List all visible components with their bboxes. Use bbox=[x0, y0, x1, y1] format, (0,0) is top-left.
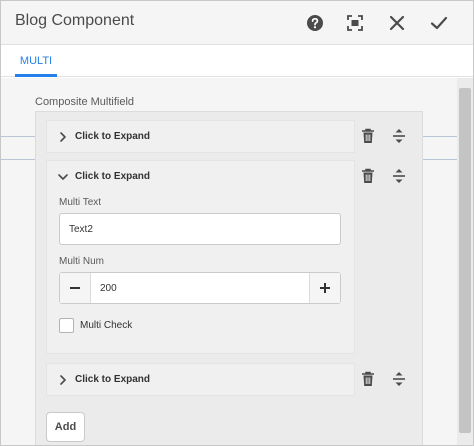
composite-multifield: Click to Expand Click to Expand Multi Te… bbox=[35, 111, 423, 445]
close-icon bbox=[389, 15, 405, 31]
item-title: Click to Expand bbox=[75, 374, 151, 385]
plus-icon bbox=[320, 283, 330, 293]
background-line bbox=[423, 136, 457, 137]
multifield-item: Click to Expand bbox=[46, 363, 355, 396]
background-line bbox=[423, 159, 457, 160]
minus-icon bbox=[70, 287, 80, 289]
item-expand-toggle[interactable]: Click to Expand bbox=[47, 364, 356, 397]
background-line bbox=[1, 159, 35, 160]
background-line bbox=[1, 136, 35, 137]
fullscreen-button[interactable] bbox=[341, 9, 369, 37]
trash-icon bbox=[362, 168, 374, 183]
tab-multi[interactable]: MULTI bbox=[15, 45, 57, 77]
delete-item-button[interactable] bbox=[358, 126, 378, 146]
dialog: Blog Component MULTI Composite Multifiel… bbox=[0, 0, 474, 446]
close-button[interactable] bbox=[383, 9, 411, 37]
trash-icon bbox=[362, 128, 374, 143]
move-icon bbox=[393, 372, 405, 386]
trash-icon bbox=[362, 371, 374, 386]
dialog-header: Blog Component bbox=[1, 1, 473, 45]
tab-active-indicator bbox=[15, 74, 57, 77]
vertical-scrollbar[interactable] bbox=[457, 78, 473, 445]
move-icon bbox=[393, 169, 405, 183]
multifield-item: Click to Expand Multi Text Text2 Multi N… bbox=[46, 160, 355, 354]
add-item-button[interactable]: Add bbox=[46, 412, 85, 442]
dialog-content[interactable]: Composite Multifield Click to Expand Cli… bbox=[1, 78, 457, 445]
fullscreen-icon bbox=[347, 15, 363, 31]
multi-num-label: Multi Num bbox=[59, 256, 105, 267]
multi-text-label: Multi Text bbox=[59, 197, 102, 208]
delete-item-button[interactable] bbox=[358, 369, 378, 389]
item-title: Click to Expand bbox=[75, 171, 151, 182]
tab-bar: MULTI bbox=[1, 45, 473, 77]
done-button[interactable] bbox=[425, 9, 453, 37]
multifield-item: Click to Expand bbox=[46, 120, 355, 153]
delete-item-button[interactable] bbox=[358, 166, 378, 186]
chevron-right-icon bbox=[60, 375, 66, 385]
reorder-handle[interactable] bbox=[389, 369, 409, 389]
reorder-handle[interactable] bbox=[389, 166, 409, 186]
reorder-handle[interactable] bbox=[389, 126, 409, 146]
move-icon bbox=[393, 129, 405, 143]
item-expand-toggle[interactable]: Click to Expand bbox=[47, 121, 356, 154]
help-button[interactable] bbox=[301, 9, 329, 37]
increment-button[interactable] bbox=[309, 273, 340, 303]
chevron-right-icon bbox=[60, 132, 66, 142]
item-title: Click to Expand bbox=[75, 131, 151, 142]
help-icon bbox=[307, 15, 323, 31]
multi-check-checkbox[interactable] bbox=[59, 318, 74, 333]
multi-text-input[interactable]: Text2 bbox=[59, 213, 341, 245]
decrement-button[interactable] bbox=[60, 273, 91, 303]
chevron-down-icon bbox=[58, 174, 68, 180]
scrollbar-thumb[interactable] bbox=[459, 88, 471, 433]
multi-num-stepper[interactable]: 200 bbox=[59, 272, 341, 304]
dialog-title: Blog Component bbox=[15, 12, 135, 29]
multifield-label: Composite Multifield bbox=[35, 96, 135, 108]
done-icon bbox=[430, 16, 448, 30]
multi-num-value[interactable]: 200 bbox=[100, 273, 117, 303]
multi-check-label[interactable]: Multi Check bbox=[80, 320, 132, 331]
item-expand-toggle[interactable]: Click to Expand bbox=[47, 161, 356, 194]
